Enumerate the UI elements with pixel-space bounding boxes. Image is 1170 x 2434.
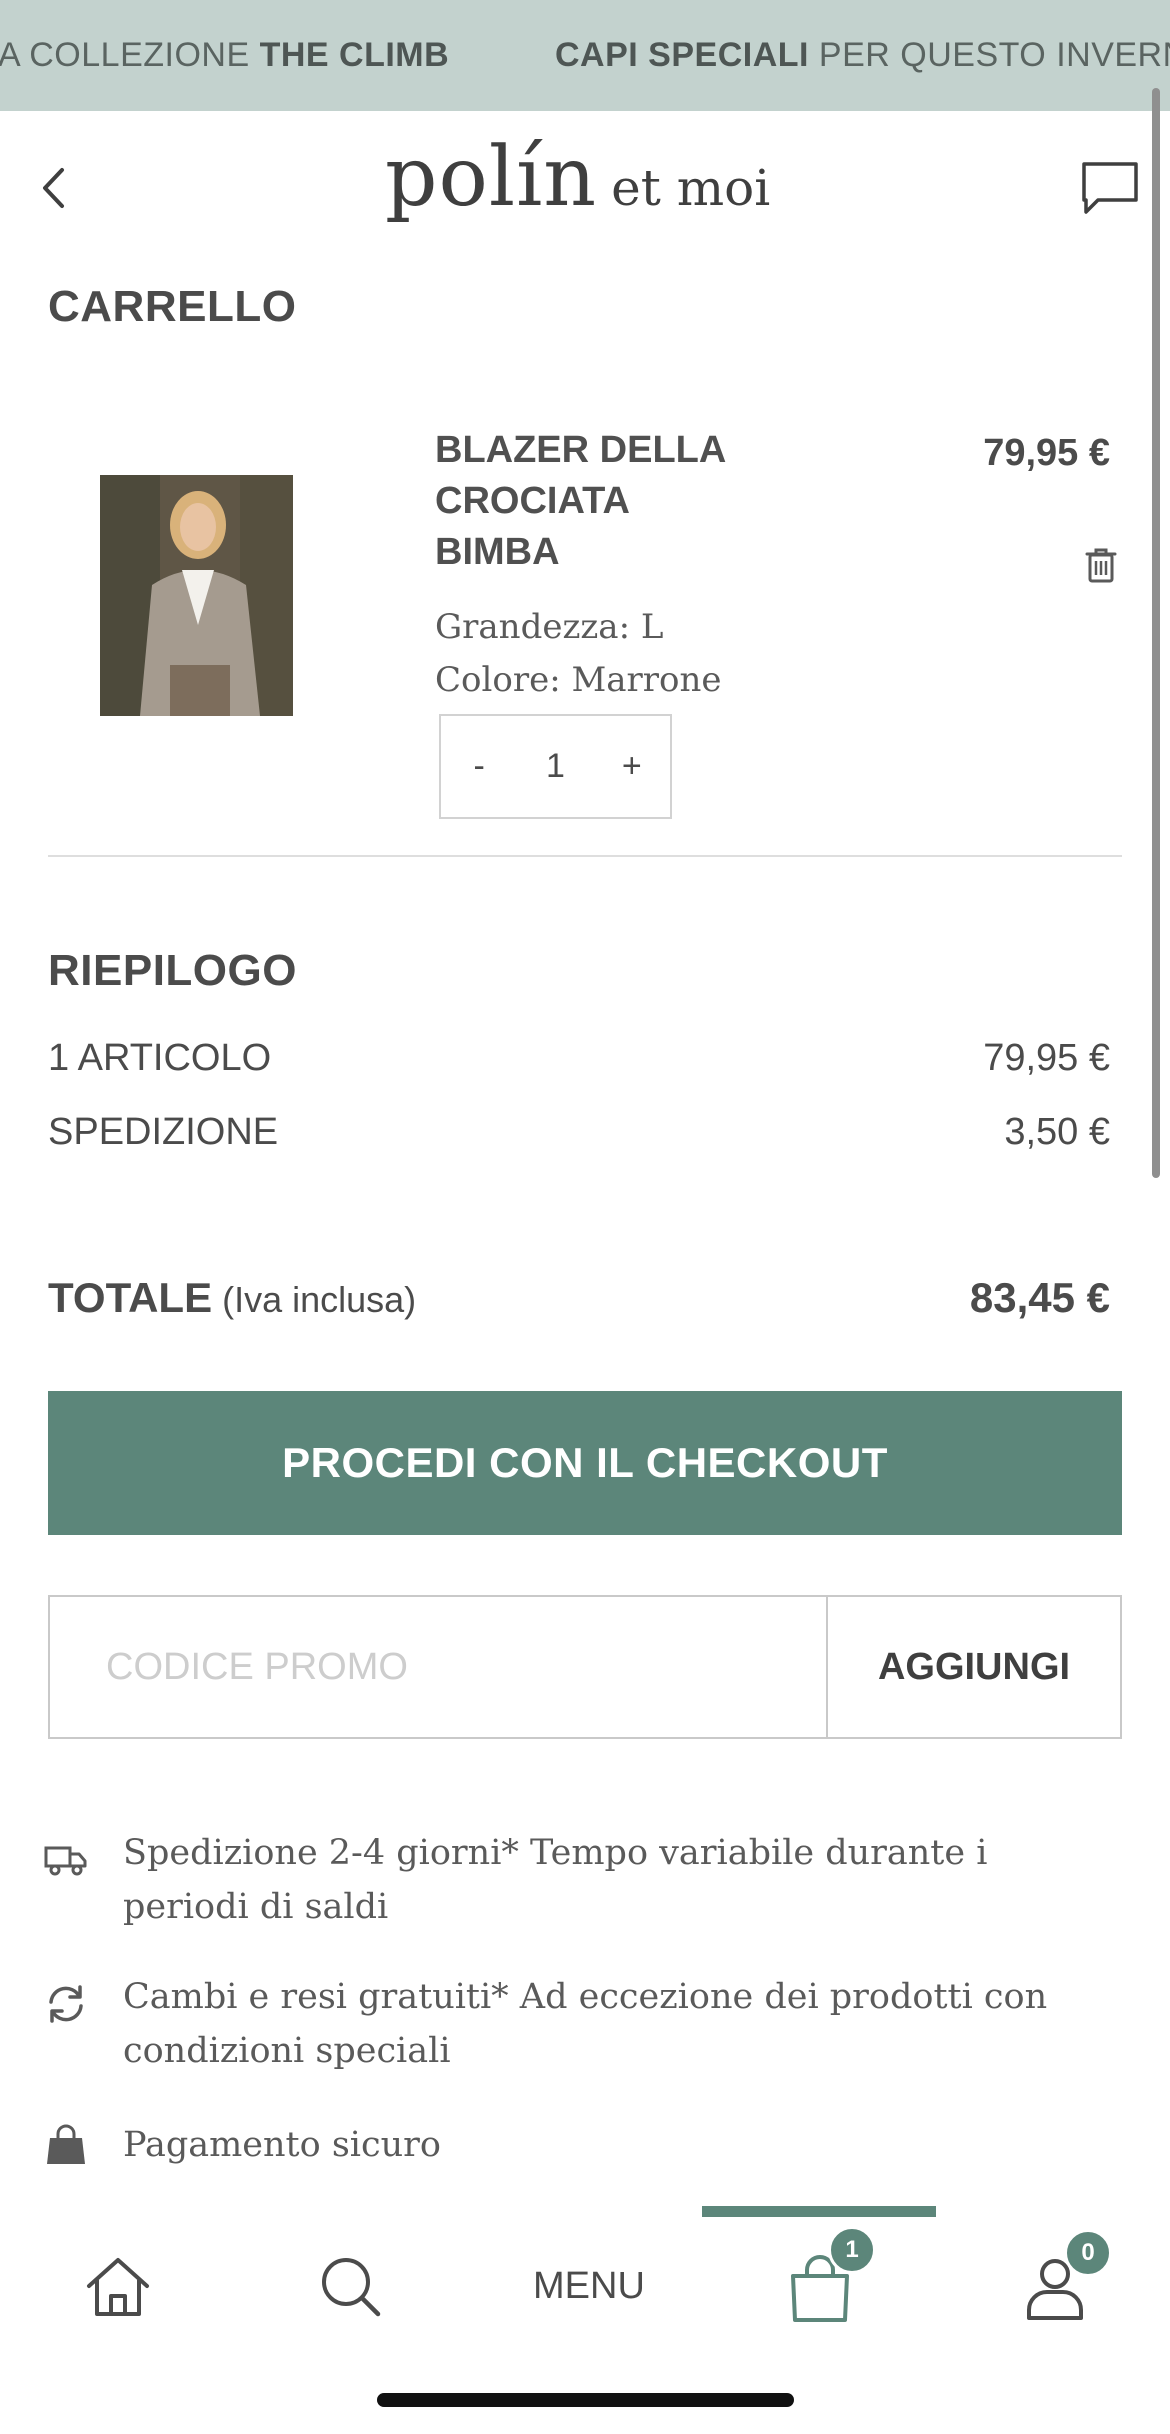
- remove-item-button[interactable]: [1083, 546, 1119, 584]
- chevron-left-icon: [43, 168, 64, 208]
- total-value: 83,45 €: [969, 1274, 1110, 1321]
- summary-shipping-value: 3,50 €: [1004, 1111, 1110, 1153]
- back-button[interactable]: [40, 158, 84, 218]
- summary-items-value: 79,95 €: [983, 1037, 1110, 1079]
- nav-home-button[interactable]: [83, 2252, 153, 2322]
- quantity-stepper[interactable]: - 1 +: [439, 714, 672, 819]
- summary-items-label: 1 ARTICOLO: [48, 1037, 272, 1079]
- product-size: Grandezza: L: [435, 607, 664, 647]
- divider: [48, 855, 1122, 857]
- summary-shipping-label: SPEDIZIONE: [48, 1111, 279, 1153]
- search-icon: [322, 2258, 381, 2317]
- home-indicator[interactable]: [377, 2393, 794, 2407]
- product-price: 79,95 €: [983, 432, 1110, 474]
- payment-info-text: Pagamento sicuro: [123, 2125, 441, 2165]
- nav-search-button[interactable]: [316, 2252, 386, 2322]
- cart-title: CARRELLO: [48, 282, 297, 331]
- active-tab-indicator: [702, 2206, 936, 2217]
- brand-logo[interactable]: polín et moi: [385, 130, 805, 240]
- product-photo: [100, 475, 293, 716]
- shopping-bag-icon: [44, 2124, 88, 2168]
- truck-icon: [44, 1838, 88, 1882]
- quantity-increase-button[interactable]: +: [594, 747, 670, 786]
- returns-info-text: Cambi e resi gratuiti* Ad eccezione dei …: [123, 1977, 1048, 2071]
- nav-menu-button[interactable]: MENU: [533, 2265, 645, 2308]
- banner-message-special[interactable]: CAPI SPECIALI PER QUESTO INVERNO: [555, 36, 1170, 75]
- checkout-button[interactable]: PROCEDI CON IL CHECKOUT: [48, 1391, 1122, 1535]
- promo-code-input[interactable]: [50, 1597, 826, 1737]
- total-label: TOTALE (Iva inclusa): [48, 1274, 417, 1321]
- trash-icon: [1085, 548, 1117, 583]
- scrollbar[interactable]: [1152, 88, 1160, 1178]
- home-icon: [87, 2258, 149, 2316]
- product-image[interactable]: [100, 475, 293, 716]
- promo-banner[interactable]: A COLLEZIONE THE CLIMB CAPI SPECIALI PER…: [0, 0, 1170, 111]
- promo-code-form: AGGIUNGI: [48, 1595, 1122, 1739]
- chat-bubble-icon: [1082, 162, 1138, 214]
- account-badge: 0: [1064, 2229, 1112, 2277]
- chat-button[interactable]: [1080, 158, 1140, 218]
- product-color: Colore: Marrone: [435, 660, 722, 700]
- quantity-decrease-button[interactable]: -: [441, 747, 517, 786]
- summary-title: RIEPILOGO: [48, 946, 297, 995]
- quantity-value: 1: [546, 747, 565, 785]
- cart-count-badge: 1: [828, 2226, 876, 2274]
- exchange-icon: [44, 1982, 88, 2026]
- banner-message-collection[interactable]: A COLLEZIONE THE CLIMB: [0, 36, 449, 75]
- product-name[interactable]: BLAZER DELLA CROCIATA BIMBA: [435, 425, 735, 578]
- shipping-info-text: Spedizione 2-4 giorni* Tempo variabile d…: [123, 1833, 988, 1927]
- apply-promo-button[interactable]: AGGIUNGI: [826, 1597, 1120, 1737]
